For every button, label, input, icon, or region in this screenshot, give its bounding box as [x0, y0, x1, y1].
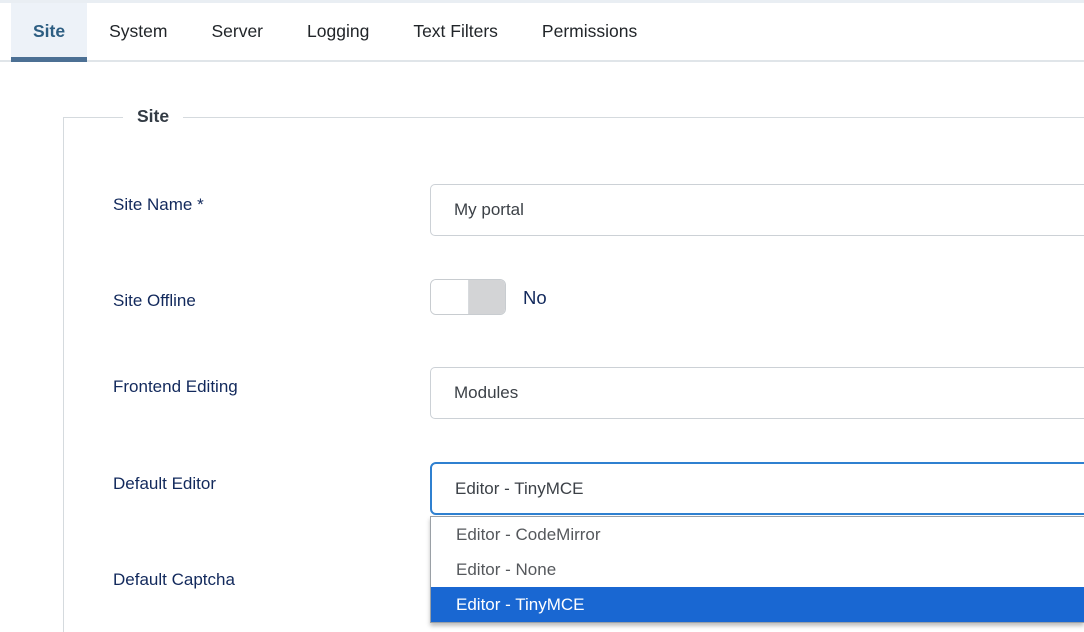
tab-server[interactable]: Server — [189, 3, 285, 60]
site-name-label: Site Name * — [113, 194, 413, 216]
default-captcha-label: Default Captcha — [113, 569, 413, 591]
site-fieldset-legend: Site — [123, 106, 183, 127]
default-editor-select[interactable]: Editor - TinyMCE — [430, 462, 1084, 515]
option-editor-none[interactable]: Editor - None — [431, 552, 1084, 587]
tab-site[interactable]: Site — [11, 3, 87, 60]
site-offline-value: No — [523, 287, 547, 309]
site-name-input[interactable] — [430, 184, 1084, 236]
frontend-editing-label: Frontend Editing — [113, 376, 413, 398]
tab-text-filters[interactable]: Text Filters — [391, 3, 520, 60]
tab-system[interactable]: System — [87, 3, 189, 60]
frontend-editing-select[interactable]: Modules — [430, 367, 1084, 419]
tab-permissions[interactable]: Permissions — [520, 3, 659, 60]
default-editor-label: Default Editor — [113, 473, 413, 495]
tab-logging[interactable]: Logging — [285, 3, 391, 60]
site-offline-toggle[interactable] — [430, 279, 506, 315]
config-tabbar: Site System Server Logging Text Filters … — [0, 0, 1084, 62]
toggle-on-half[interactable] — [431, 280, 469, 314]
toggle-off-half[interactable] — [469, 280, 506, 314]
default-editor-dropdown: Editor - CodeMirror Editor - None Editor… — [430, 516, 1084, 623]
option-editor-codemirror[interactable]: Editor - CodeMirror — [431, 517, 1084, 552]
site-offline-label: Site Offline — [113, 290, 413, 312]
global-configuration-page: Site System Server Logging Text Filters … — [0, 0, 1084, 632]
option-editor-tinymce[interactable]: Editor - TinyMCE — [431, 587, 1084, 622]
